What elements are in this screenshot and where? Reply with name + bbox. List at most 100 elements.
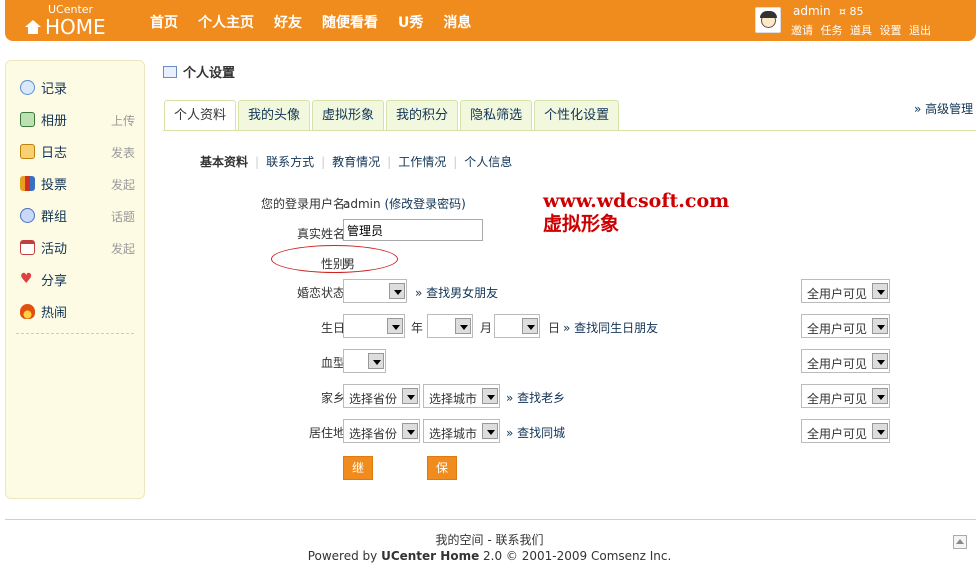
tab-credits[interactable]: 我的积分	[386, 100, 459, 130]
user-links: 邀请 任务 道具 设置 退出	[791, 22, 935, 38]
chevron-down-icon	[872, 318, 888, 334]
sidebar-item-action[interactable]: 发起	[111, 240, 135, 257]
group-icon	[20, 208, 35, 223]
speech-bubble-icon	[20, 80, 35, 95]
sidebar-item-groups[interactable]: 群组 话题	[20, 206, 135, 226]
username[interactable]: admin	[793, 4, 831, 18]
sidebar-item-poll[interactable]: 投票 发起	[20, 174, 135, 194]
sidebar-item-events[interactable]: 活动 发起	[20, 238, 135, 258]
realname-row: 真实姓名:	[163, 219, 903, 246]
realname-input[interactable]	[343, 219, 483, 241]
tab-profile[interactable]: 个人资料	[164, 100, 237, 130]
nav-profile[interactable]: 个人主页	[198, 12, 254, 32]
change-password-link[interactable]: (修改登录密码)	[384, 197, 465, 211]
calendar-icon	[20, 240, 35, 255]
year-label: 年	[411, 321, 424, 335]
footer-copyright: Powered by UCenter Home 2.0 © 2001-2009 …	[307, 549, 672, 563]
month-label: 月	[480, 321, 493, 335]
nav-ushow[interactable]: U秀	[398, 12, 423, 32]
watermark: www.wdcsoft.com 虚拟形象	[543, 190, 729, 236]
sidebar-item-label: 分享	[41, 274, 68, 289]
residence-province-select[interactable]: 选择省份	[343, 419, 420, 443]
sidebar-item-action[interactable]: 发起	[111, 176, 135, 193]
subnav-education[interactable]: 教育情况	[332, 155, 380, 169]
tools-link[interactable]: 道具	[850, 24, 872, 37]
save-button[interactable]: 保存	[427, 456, 458, 497]
credit-count: ¤ 85	[839, 5, 864, 18]
sidebar-item-action[interactable]: 上传	[111, 112, 135, 129]
find-birthday-friend-link[interactable]: » 查找同生日朋友	[563, 319, 658, 336]
advanced-manage-link[interactable]: » 高级管理	[914, 100, 973, 117]
chevron-down-icon	[402, 423, 418, 439]
back-to-top-icon[interactable]	[953, 535, 967, 549]
logo-title: HOME	[45, 15, 106, 39]
birth-month-select[interactable]	[427, 314, 473, 338]
main-nav: 首页 个人主页 好友 随便看看 U秀 消息	[150, 12, 491, 32]
nav-home[interactable]: 首页	[150, 12, 178, 32]
photo-icon	[20, 112, 35, 127]
logo[interactable]: UCenter HOME	[25, 4, 106, 38]
heart-icon: ♥	[20, 271, 33, 287]
top-header: UCenter HOME 首页 个人主页 好友 随便看看 U秀 消息 admin…	[5, 0, 976, 41]
tab-privacy[interactable]: 隐私筛选	[460, 100, 533, 130]
birth-year-select[interactable]	[343, 314, 405, 338]
home-icon	[25, 20, 41, 34]
footer-links[interactable]: 我的空间 - 联系我们	[0, 531, 979, 548]
find-partner-link[interactable]: » 查找男女朋友	[415, 284, 498, 301]
birth-day-select[interactable]	[494, 314, 540, 338]
username-row: 您的登录用户名: admin (修改登录密码)	[163, 190, 903, 216]
chevron-down-icon	[872, 423, 888, 439]
sidebar-item-blog[interactable]: 日志 发表	[20, 142, 135, 162]
subnav-contact[interactable]: 联系方式	[266, 155, 314, 169]
task-link[interactable]: 任务	[821, 24, 843, 37]
subnav-work[interactable]: 工作情况	[398, 155, 446, 169]
subnav-basic[interactable]: 基本资料	[200, 155, 248, 169]
username-label: 您的登录用户名:	[260, 197, 349, 211]
tab-virtual-image[interactable]: 虚拟形象	[312, 100, 385, 130]
sidebar-item-label: 投票	[41, 178, 68, 193]
chevron-down-icon	[872, 353, 888, 369]
find-same-city-link[interactable]: » 查找同城	[506, 424, 565, 441]
sidebar-item-share[interactable]: ♥ 分享	[20, 270, 135, 290]
chevron-down-icon	[482, 423, 498, 439]
blood-privacy-select[interactable]: 全用户可见	[801, 349, 890, 373]
sidebar-item-records[interactable]: 记录	[20, 78, 135, 98]
nav-explore[interactable]: 随便看看	[322, 12, 378, 32]
chevron-down-icon	[389, 283, 405, 299]
hometown-province-select[interactable]: 选择省份	[343, 384, 420, 408]
birthday-privacy-select[interactable]: 全用户可见	[801, 314, 890, 338]
chevron-down-icon	[368, 353, 384, 369]
highlight-oval	[271, 245, 398, 273]
profile-subnav: 基本资料 | 联系方式 | 教育情况 | 工作情况 | 个人信息	[200, 155, 513, 169]
marital-privacy-select[interactable]: 全用户可见	[801, 279, 890, 303]
sidebar-item-label: 热闹	[41, 306, 68, 321]
sidebar-item-album[interactable]: 相册 上传	[20, 110, 135, 130]
nav-friends[interactable]: 好友	[274, 12, 302, 32]
bar-chart-icon	[20, 176, 35, 191]
subnav-info[interactable]: 个人信息	[464, 155, 512, 169]
marital-select[interactable]	[343, 279, 407, 303]
chevron-down-icon	[872, 283, 888, 299]
residence-city-select[interactable]: 选择城市	[423, 419, 500, 443]
tab-personalize[interactable]: 个性化设置	[534, 100, 620, 130]
avatar[interactable]	[755, 7, 781, 33]
sidebar-item-action[interactable]: 发表	[111, 144, 135, 161]
hometown-city-select[interactable]: 选择城市	[423, 384, 500, 408]
find-townsman-link[interactable]: » 查找老乡	[506, 389, 565, 406]
invite-link[interactable]: 邀请	[791, 24, 813, 37]
day-label: 日	[548, 321, 561, 335]
tab-avatar[interactable]: 我的头像	[238, 100, 311, 130]
settings-link[interactable]: 设置	[880, 24, 902, 37]
logout-link[interactable]: 退出	[909, 24, 931, 37]
sidebar-item-action[interactable]: 话题	[111, 208, 135, 225]
sidebar-item-hot[interactable]: 热闹	[20, 302, 135, 322]
nav-messages[interactable]: 消息	[443, 12, 471, 32]
residence-privacy-select[interactable]: 全用户可见	[801, 419, 890, 443]
settings-tabs: 个人资料 我的头像 虚拟形象 我的积分 隐私筛选 个性化设置	[164, 100, 621, 130]
footer-divider	[5, 519, 976, 520]
hometown-privacy-select[interactable]: 全用户可见	[801, 384, 890, 408]
sidebar-item-label: 群组	[41, 210, 68, 225]
continue-button[interactable]: 继续下一项	[343, 456, 374, 563]
sidebar-item-label: 相册	[41, 114, 68, 129]
blood-select[interactable]	[343, 349, 386, 373]
